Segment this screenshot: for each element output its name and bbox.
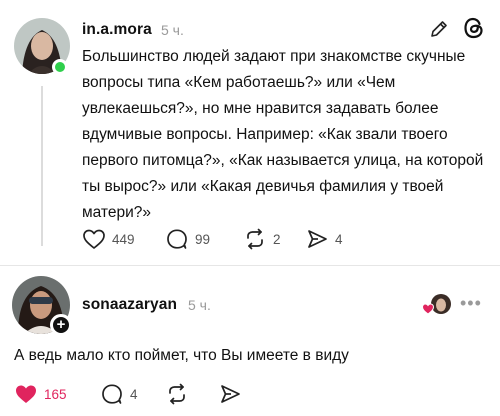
reply-author-username[interactable]: sonaazaryan: [82, 296, 177, 314]
reply-button[interactable]: 99: [165, 228, 210, 250]
heart-icon: [16, 385, 36, 403]
online-status-indicator: [52, 59, 68, 75]
reply-reply-button[interactable]: 4: [100, 383, 138, 405]
reply-text: А ведь мало кто поймет, что Вы имеете в …: [14, 347, 349, 364]
plus-icon[interactable]: +: [50, 314, 72, 336]
reply-timestamp: 5 ч.: [188, 297, 211, 313]
reply-like-button[interactable]: 165: [14, 383, 67, 405]
heart-icon: [83, 229, 105, 249]
share-button[interactable]: 4: [305, 228, 343, 250]
speech-bubble-icon: [167, 229, 187, 249]
more-dots-icon[interactable]: •••: [460, 294, 482, 312]
share-count: 4: [335, 231, 343, 247]
send-icon: [221, 385, 240, 403]
liked-by-author-indicator: [421, 292, 454, 318]
pencil-icon[interactable]: [428, 18, 450, 40]
threads-logo-icon[interactable]: [462, 16, 486, 40]
divider: [0, 265, 500, 266]
send-icon: [308, 230, 327, 248]
like-count: 449: [112, 231, 135, 247]
reply-reply-count: 4: [130, 386, 138, 402]
speech-bubble-icon: [102, 384, 122, 404]
repost-count: 2: [273, 231, 281, 247]
reply-repost-button[interactable]: [165, 383, 189, 405]
reply-like-count: 165: [44, 386, 67, 402]
repost-button[interactable]: 2: [243, 228, 281, 250]
repost-icon: [169, 383, 185, 405]
post-text: Большинство людей задают при знакомстве …: [82, 48, 484, 221]
thread-connector-line: [41, 86, 43, 246]
reply-share-button[interactable]: [218, 383, 242, 405]
post-timestamp: 5 ч.: [161, 22, 184, 38]
reply-count: 99: [195, 231, 211, 247]
like-button[interactable]: 449: [82, 228, 135, 250]
repost-icon: [247, 228, 263, 250]
author-username[interactable]: in.a.mora: [82, 21, 152, 39]
